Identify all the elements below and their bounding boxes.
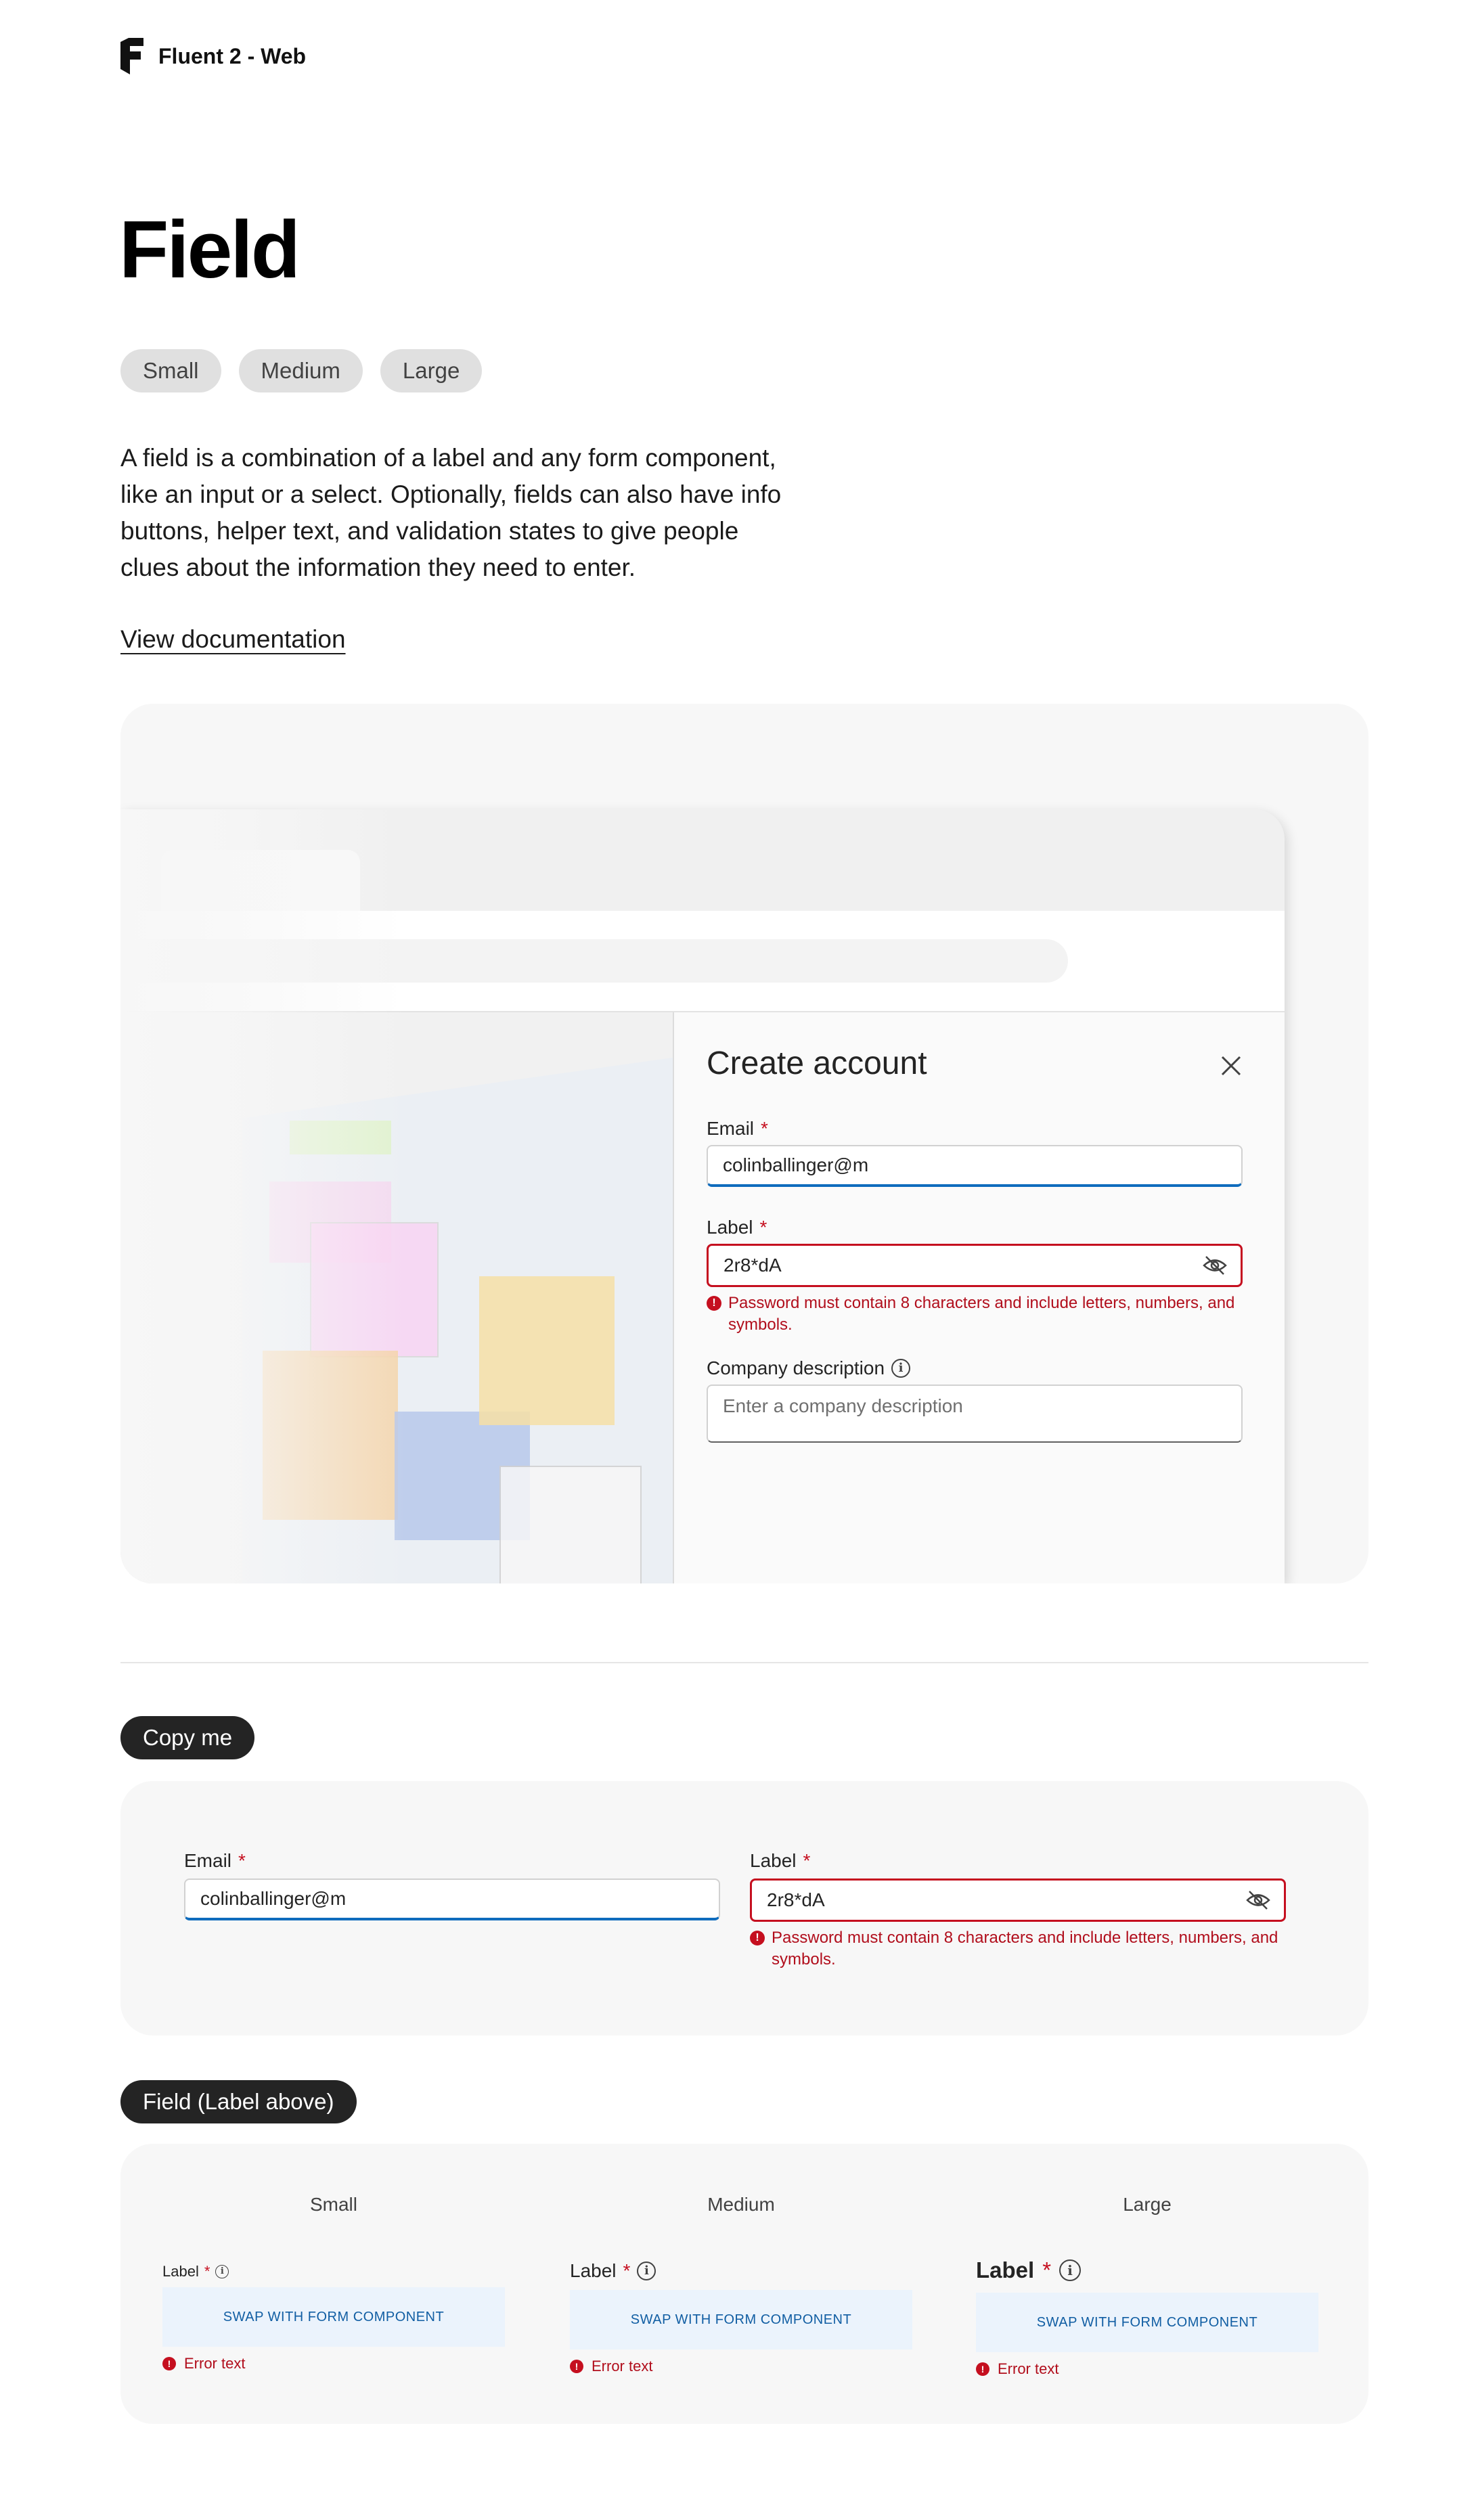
email-value: colinballinger@m <box>200 1888 347 1909</box>
required-mark: * <box>204 2263 210 2280</box>
password-error-text: Password must contain 8 characters and i… <box>728 1294 1235 1334</box>
chip-medium[interactable]: Medium <box>238 349 363 392</box>
password-error: ! Password must contain 8 characters and… <box>707 1292 1241 1336</box>
chip-small[interactable]: Small <box>120 349 221 392</box>
hero-illustration: Create account Email * colinballinger@m … <box>120 704 1368 1583</box>
company-label: Company description i <box>707 1357 911 1379</box>
page-title: Field <box>119 204 300 295</box>
error-icon: ! <box>570 2360 583 2373</box>
close-icon[interactable] <box>1220 1054 1243 1077</box>
label-above-card: Small Label * i SWAP WITH FORM COMPONENT… <box>120 2144 1368 2424</box>
tile <box>499 1466 642 1583</box>
password-value: 2r8*dA <box>767 1889 825 1910</box>
error-icon: ! <box>750 1931 765 1945</box>
tile <box>479 1276 615 1425</box>
column-heading-medium: Medium <box>707 2194 775 2215</box>
error-icon: ! <box>976 2362 989 2376</box>
label-text: Label <box>976 2257 1035 2282</box>
swap-placeholder-medium[interactable]: SWAP WITH FORM COMPONENT <box>570 2290 912 2349</box>
column-heading-small: Small <box>309 2194 357 2215</box>
error-text-medium: ! Error text <box>570 2358 652 2375</box>
password-input[interactable]: 2r8*dA <box>750 1878 1286 1922</box>
error-icon: ! <box>162 2357 176 2370</box>
password-value: 2r8*dA <box>723 1255 782 1276</box>
email-label-text: Email <box>707 1118 755 1139</box>
brand-name: Fluent 2 - Web <box>158 43 307 68</box>
browser-fade <box>120 809 405 1583</box>
password-error: ! Password must contain 8 characters and… <box>750 1927 1285 1971</box>
error-text-large: ! Error text <box>976 2360 1059 2378</box>
info-icon[interactable]: i <box>215 2265 229 2278</box>
label-text: Label <box>570 2260 617 2281</box>
field-label-large: Label * i <box>976 2257 1082 2283</box>
company-description-input[interactable]: Enter a company description <box>707 1385 1243 1443</box>
info-icon[interactable]: i <box>1059 2259 1082 2281</box>
error-text: Error text <box>592 2358 653 2375</box>
required-mark: * <box>1042 2257 1052 2282</box>
info-icon[interactable]: i <box>637 2262 656 2280</box>
eye-off-icon[interactable] <box>1203 1255 1227 1276</box>
password-label: Label * <box>750 1850 810 1872</box>
chip-large[interactable]: Large <box>380 349 483 392</box>
email-input[interactable]: colinballinger@m <box>184 1878 720 1920</box>
password-error-text: Password must contain 8 characters and i… <box>772 1929 1278 1968</box>
email-label-text: Email <box>184 1850 232 1871</box>
intro-text: A field is a combination of a label and … <box>120 444 782 581</box>
email-label: Email * <box>707 1118 768 1140</box>
swap-placeholder-small[interactable]: SWAP WITH FORM COMPONENT <box>162 2287 505 2347</box>
company-placeholder: Enter a company description <box>723 1395 963 1416</box>
copy-me-pill: Copy me <box>120 1716 255 1759</box>
create-account-dialog: Create account Email * colinballinger@m … <box>673 1012 1285 1583</box>
email-label: Email * <box>184 1850 246 1872</box>
field-label-small: Label * i <box>162 2263 229 2280</box>
label-above-pill: Field (Label above) <box>120 2080 357 2123</box>
required-mark: * <box>803 1850 811 1871</box>
column-heading-large: Large <box>1123 2194 1172 2215</box>
error-icon: ! <box>707 1296 721 1311</box>
password-input[interactable]: 2r8*dA <box>707 1244 1243 1287</box>
error-text: Error text <box>184 2355 246 2372</box>
fluent-logo-icon <box>120 38 143 74</box>
company-label-text: Company description <box>707 1357 885 1378</box>
copy-me-card: Email * colinballinger@m Label * 2r8*dA … <box>120 1781 1368 2035</box>
email-value: colinballinger@m <box>723 1154 869 1175</box>
password-label: Label * <box>707 1217 767 1238</box>
section-divider <box>120 1662 1368 1663</box>
browser-window: Create account Email * colinballinger@m … <box>120 809 1285 1583</box>
error-text-small: ! Error text <box>162 2355 245 2372</box>
label-text: Label <box>162 2263 199 2280</box>
required-mark: * <box>759 1217 767 1238</box>
eye-off-icon[interactable] <box>1246 1890 1270 1910</box>
field-label-medium: Label * i <box>570 2260 656 2282</box>
password-label-text: Label <box>750 1850 797 1871</box>
email-input[interactable]: colinballinger@m <box>707 1145 1243 1187</box>
error-text: Error text <box>998 2360 1059 2377</box>
required-mark: * <box>238 1850 246 1871</box>
view-documentation-link[interactable]: View documentation <box>120 625 346 654</box>
info-icon[interactable]: i <box>891 1359 911 1378</box>
swap-placeholder-large[interactable]: SWAP WITH FORM COMPONENT <box>976 2293 1318 2352</box>
dialog-title: Create account <box>707 1045 927 1081</box>
size-chips: Small Medium Large <box>120 349 483 392</box>
required-mark: * <box>623 2260 631 2281</box>
password-label-text: Label <box>707 1217 753 1238</box>
brand[interactable]: Fluent 2 - Web <box>120 38 306 74</box>
required-mark: * <box>761 1118 768 1139</box>
